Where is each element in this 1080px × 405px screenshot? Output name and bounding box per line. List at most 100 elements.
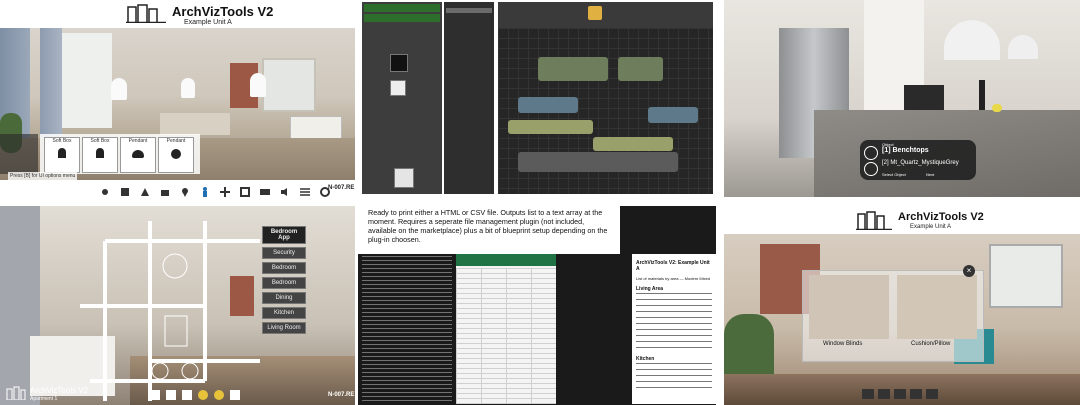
material-widget: Object [1] Benchtops [2] Mt_Quartz_Mysti… <box>860 140 976 180</box>
card-label: Soft Box <box>52 138 72 144</box>
version-label: N-007.RE <box>328 392 355 398</box>
app-logo <box>126 3 166 24</box>
spreadsheet-window <box>456 254 556 404</box>
doc-lines <box>636 363 712 393</box>
person-icon[interactable] <box>214 390 224 400</box>
lamp-icon <box>96 148 104 158</box>
pin-icon[interactable] <box>180 184 190 197</box>
option-preview[interactable] <box>809 275 889 339</box>
save-icon[interactable] <box>878 389 890 399</box>
ceiling-light <box>181 78 195 98</box>
log-output <box>362 256 452 401</box>
option-label: Cushion/Pillow <box>911 341 951 347</box>
close-icon[interactable]: × <box>963 265 975 277</box>
app-title: ArchVizTools V2 <box>30 386 89 395</box>
sofa <box>160 113 230 135</box>
lights-side-tabs <box>0 134 38 174</box>
menu-item[interactable]: Security <box>262 247 306 259</box>
next-button[interactable]: Next <box>926 172 934 177</box>
rooms-menu: Bedroom App Security Bedroom Bedroom Din… <box>262 226 306 337</box>
blueprint-node[interactable] <box>508 120 593 134</box>
blueprint-node[interactable] <box>648 107 698 123</box>
cube-icon[interactable] <box>120 184 130 196</box>
light-option-card[interactable]: Pendant <box>120 137 156 173</box>
menu-item[interactable]: Bedroom <box>262 277 306 289</box>
ceiling-light <box>250 73 266 97</box>
blueprint-node[interactable] <box>538 57 608 81</box>
ceiling-light <box>111 78 127 100</box>
audio-icon[interactable] <box>280 184 290 196</box>
panel-export-list: Ready to print either a HTML or CSV file… <box>358 206 716 405</box>
blueprint-node[interactable] <box>618 57 663 81</box>
caption-box: Ready to print either a HTML or CSV file… <box>358 206 620 254</box>
window-curtain-left-2 <box>40 28 62 148</box>
lemons <box>992 104 1002 112</box>
option-preview[interactable] <box>897 275 977 339</box>
app-subtitle: Apartment 1 <box>30 396 58 402</box>
doc-section: Living Area <box>636 286 664 292</box>
brush-icon[interactable] <box>140 184 150 196</box>
caption-text: Ready to print either a HTML or CSV file… <box>368 208 608 244</box>
spreadsheet-cells <box>456 268 556 404</box>
blueprint-node[interactable] <box>518 97 578 113</box>
outliner-panel <box>444 2 494 194</box>
light-option-card[interactable]: Soft Box <box>44 137 80 173</box>
texture-thumb[interactable] <box>394 168 414 188</box>
app-subtitle: Example Unit A <box>184 19 232 26</box>
app-logo <box>856 210 892 231</box>
light-option-card[interactable]: Soft Box <box>82 137 118 173</box>
graph-area <box>498 2 713 194</box>
save-icon[interactable] <box>862 389 874 399</box>
select-object-button[interactable]: Select Object <box>882 172 906 177</box>
widget-icon <box>864 146 878 160</box>
menu-item[interactable]: Kitchen <box>262 307 306 319</box>
compile-icon[interactable] <box>588 6 602 20</box>
camera-icon[interactable] <box>182 390 192 400</box>
details-panel <box>362 2 442 194</box>
texture-thumb[interactable] <box>390 80 406 96</box>
pin-icon[interactable] <box>198 390 208 400</box>
floorplan-overlay[interactable] <box>80 211 270 401</box>
light-option-card[interactable]: Pendant <box>158 137 194 173</box>
camera-icon[interactable] <box>160 184 170 196</box>
lamp-icon <box>132 150 144 158</box>
screen-icon[interactable] <box>260 184 270 195</box>
faucet <box>979 80 985 110</box>
app-subtitle: Example Unit A <box>910 224 952 230</box>
menu-item[interactable]: Dining <box>262 292 306 304</box>
app-logo <box>6 386 26 401</box>
doc-title: ArchVizTools V2: Example Unit A <box>636 260 710 272</box>
settings-icon[interactable] <box>230 390 240 400</box>
panel-floorplan-ui: Bedroom App Security Bedroom Bedroom Din… <box>0 206 355 405</box>
spreadsheet-ribbon <box>456 254 556 266</box>
frame-icon[interactable] <box>240 184 250 197</box>
doc-heading: List of materials by area — Modern Mixed <box>636 276 711 281</box>
blueprint-node[interactable] <box>593 137 673 151</box>
menu-item[interactable]: Bedroom <box>262 262 306 274</box>
outliner-search[interactable] <box>446 8 492 13</box>
panel-living-room-options: ArchVizTools V2 Example Unit A Window Bl… <box>724 206 1080 405</box>
sun-icon[interactable] <box>100 184 110 195</box>
options-popup: Window Blinds Cushion/Pillow × <box>802 265 984 362</box>
lamp-icon <box>171 149 181 159</box>
cube-icon[interactable] <box>150 390 160 400</box>
doc-section: Kitchen <box>636 356 655 362</box>
card-label: Soft Box <box>90 138 110 144</box>
panel-kitchen-scene: Object [1] Benchtops [2] Mt_Quartz_Mysti… <box>724 0 1080 197</box>
app-title: ArchVizTools V2 <box>898 211 984 223</box>
bottom-toolbar <box>862 389 938 399</box>
graph-toolbar <box>498 2 713 28</box>
grid-icon[interactable] <box>220 184 230 197</box>
menu-item[interactable]: Living Room <box>262 322 306 334</box>
card-label: Pendant <box>128 138 148 144</box>
save-icon[interactable] <box>910 389 922 399</box>
save-icon[interactable] <box>926 389 938 399</box>
list-icon[interactable] <box>300 184 310 196</box>
person-icon[interactable] <box>200 184 210 197</box>
blueprint-node[interactable] <box>518 152 678 172</box>
texture-thumb[interactable] <box>390 54 408 72</box>
brush-icon[interactable] <box>166 390 176 400</box>
save-icon[interactable] <box>894 389 906 399</box>
option-label: Window Blinds <box>823 341 863 347</box>
light-options-panel: Soft Box Soft Box Pendant Pendant <box>40 134 200 174</box>
